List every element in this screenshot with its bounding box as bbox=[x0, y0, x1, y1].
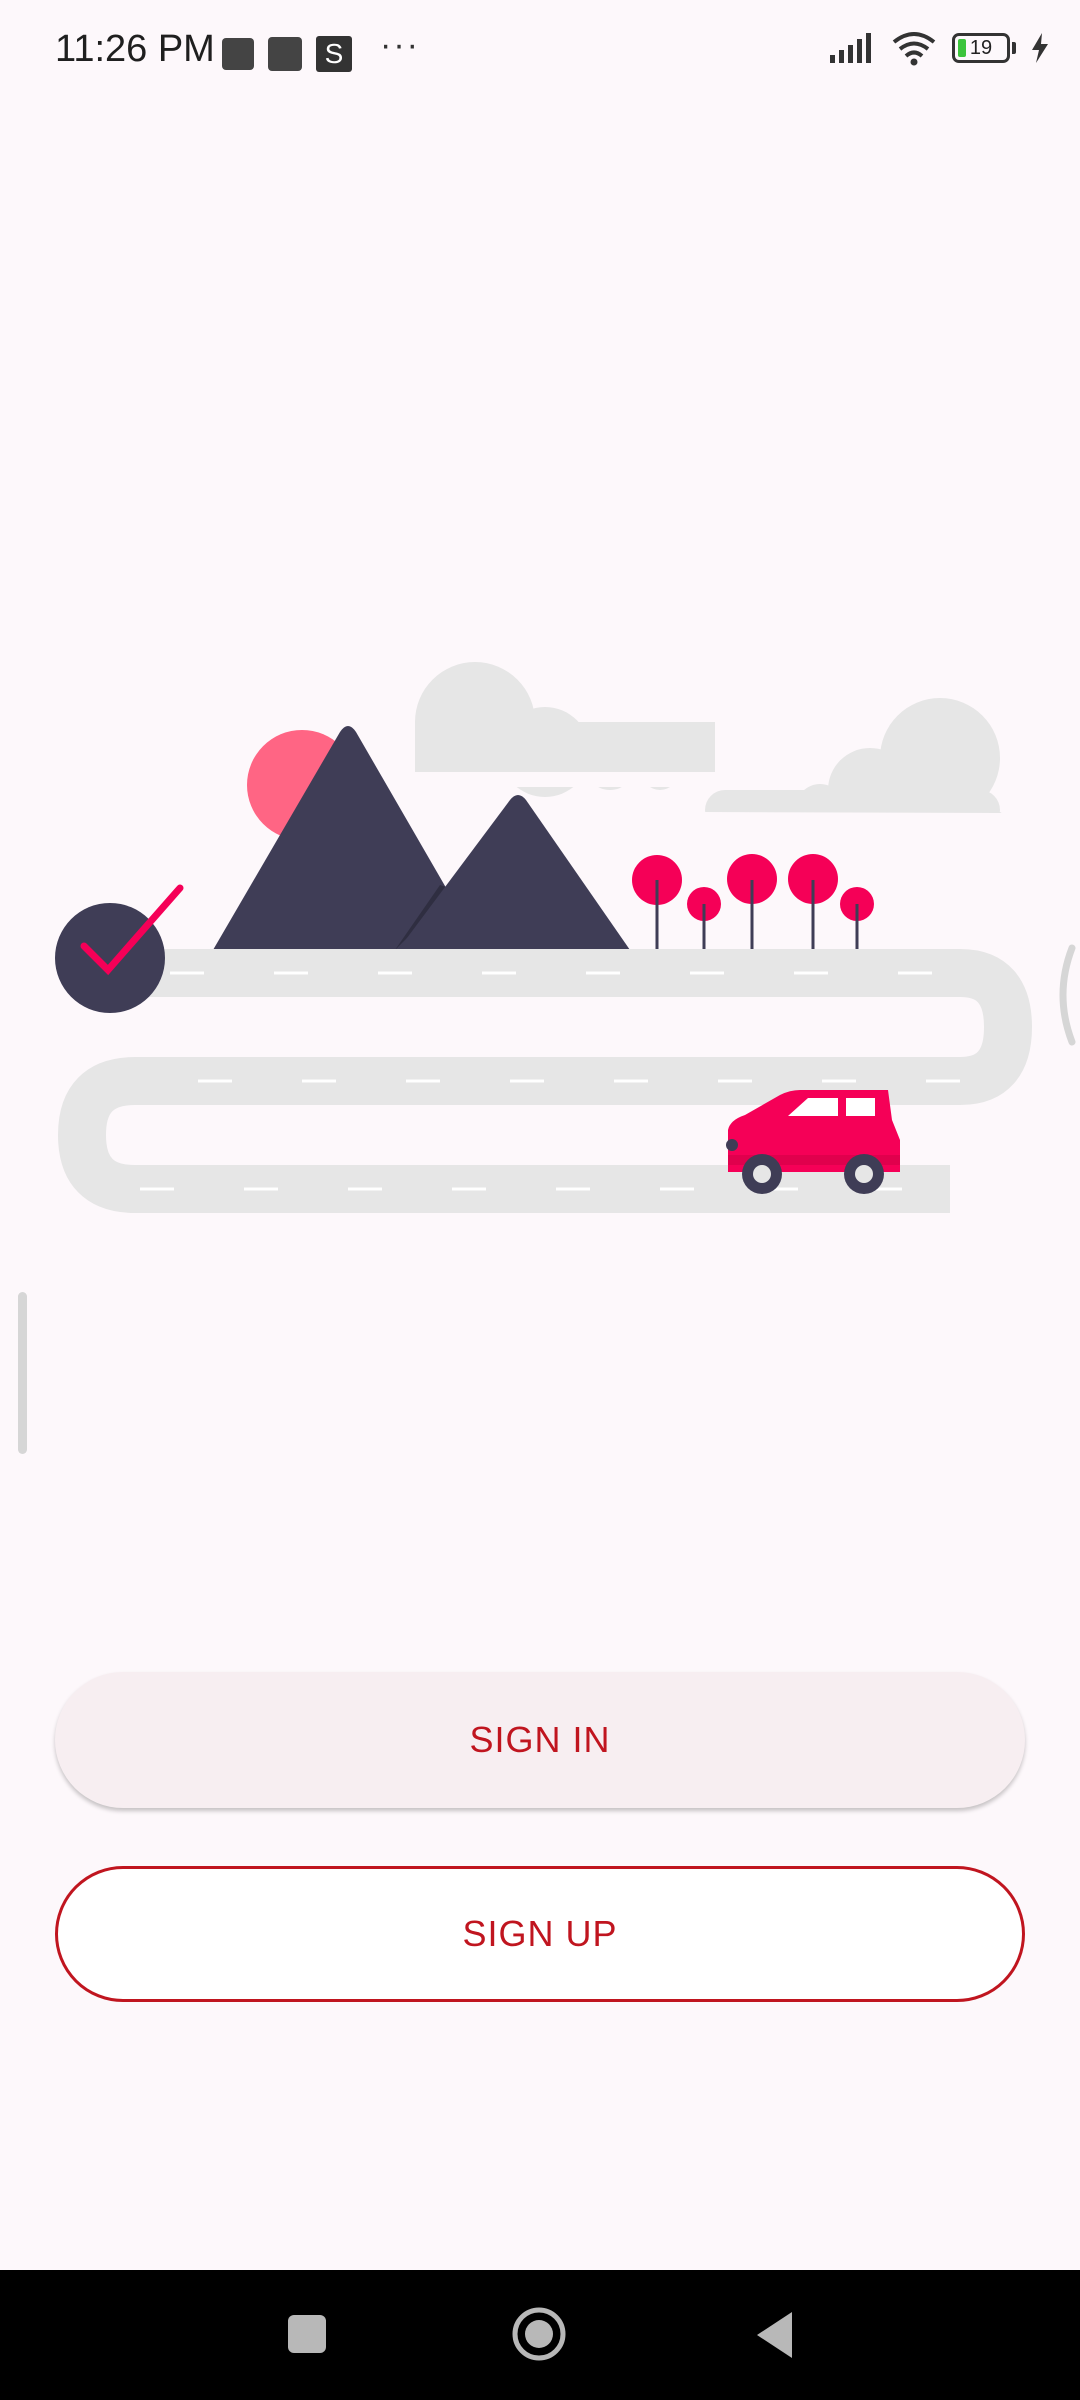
signal-icon bbox=[830, 33, 871, 63]
edge-gesture-handle[interactable] bbox=[1050, 940, 1080, 1050]
home-icon[interactable] bbox=[479, 2270, 599, 2400]
navigation-bar bbox=[0, 2270, 1080, 2400]
charging-icon bbox=[1032, 33, 1048, 63]
status-bar: 11:26 PM S ··· 19 bbox=[0, 0, 1080, 104]
battery-level: 19 bbox=[969, 37, 993, 59]
road-trip-illustration bbox=[55, 662, 1033, 1213]
sign-in-button[interactable]: SIGN IN bbox=[55, 1672, 1025, 1808]
status-time: 11:26 PM bbox=[55, 28, 215, 70]
sign-up-button[interactable]: SIGN UP bbox=[55, 1866, 1025, 2002]
notification-app-icon bbox=[268, 36, 302, 71]
notification-icons: S ··· bbox=[222, 26, 420, 73]
cloud-right bbox=[705, 698, 1000, 832]
battery-icon: 19 bbox=[952, 33, 1016, 63]
scroll-indicator bbox=[18, 1292, 27, 1454]
back-icon[interactable] bbox=[712, 2270, 832, 2400]
notification-app-icon bbox=[222, 37, 254, 70]
recents-icon[interactable] bbox=[246, 2270, 366, 2400]
notification-s-icon: S bbox=[316, 35, 352, 72]
wifi-icon bbox=[892, 32, 936, 66]
more-notifications-icon: ··· bbox=[380, 26, 420, 64]
system-icons: 19 bbox=[828, 30, 1050, 66]
